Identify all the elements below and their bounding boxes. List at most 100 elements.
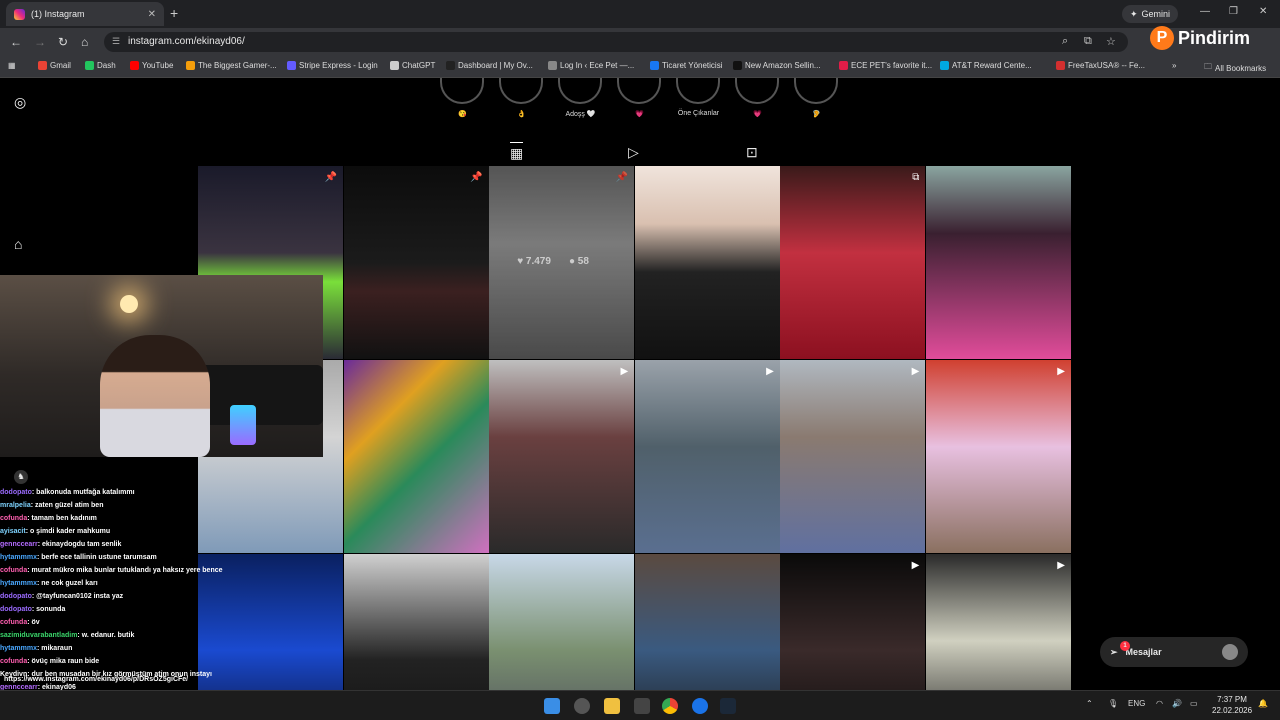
post-thumbnail[interactable]: ▶ [489, 360, 635, 553]
bookmark-item[interactable]: Dashboard | My Ov... [446, 61, 533, 70]
streamer [100, 335, 210, 457]
home-nav-icon[interactable]: ⌂ [14, 236, 22, 252]
bookmark-item[interactable]: New Amazon Sellin... [733, 61, 821, 70]
bookmark-star-icon[interactable]: ☆ [1106, 35, 1116, 48]
highlight-label: Adoşş 🤍 [565, 111, 596, 118]
google-app-icon[interactable] [692, 698, 708, 714]
zoom-icon[interactable]: ⌕ [1062, 35, 1068, 48]
tray-overflow-icon[interactable]: ⌃ [1086, 699, 1093, 708]
home-icon[interactable]: ⌂ [81, 35, 88, 49]
mic-icon[interactable]: 🎙 [1108, 699, 1118, 708]
chat-message: dodopato: balkonuda mutfağa katalımmı [0, 486, 330, 499]
chat-message: sazimiduvarabantladim: w. edanur. butik [0, 629, 330, 642]
apps-grid-icon[interactable]: ▦ [8, 61, 16, 70]
language-indicator[interactable]: ENG [1128, 699, 1145, 708]
notifications-icon[interactable]: 🔔 [1258, 699, 1268, 708]
bookmark-favicon-icon [446, 61, 455, 70]
post-thumbnail[interactable] [925, 166, 1071, 359]
post-thumbnail[interactable] [634, 554, 780, 690]
bookmark-item[interactable]: Log In ‹ Ece Pet —... [548, 61, 634, 70]
bookmark-item[interactable]: FreeTaxUSA® -- Fe... [1056, 61, 1145, 70]
bookmark-label: Ticaret Yöneticisi [662, 61, 723, 70]
tab-title: (1) Instagram [31, 9, 85, 19]
post-thumbnail[interactable] [343, 360, 489, 553]
posts-grid-icon[interactable]: ▦ [510, 142, 524, 162]
volume-icon[interactable]: 🔊 [1172, 699, 1182, 708]
site-info-icon[interactable]: ☰ [112, 36, 120, 47]
bookmark-item[interactable]: Dash [85, 61, 116, 70]
window-close-icon[interactable]: ✕ [1259, 6, 1267, 17]
post-thumbnail[interactable]: ▶ [780, 360, 926, 553]
chat-text: : balkonuda mutfağa katalımmı [31, 489, 135, 496]
bookmark-item[interactable]: ChatGPT [390, 61, 435, 70]
post-thumbnail[interactable]: ▶ [780, 554, 926, 690]
post-thumbnail[interactable]: 📌 [343, 166, 489, 359]
post-thumbnail[interactable]: ▶ [925, 360, 1071, 553]
bookmarks-bar: ▦ Gmail Dash YouTube The Biggest Gamer-... S… [0, 56, 1280, 78]
battery-icon[interactable]: ▭ [1190, 699, 1198, 708]
bookmark-item[interactable]: Gmail [38, 61, 71, 70]
messages-button[interactable]: ➢ 1 Mesajlar [1100, 637, 1248, 667]
forward-icon[interactable]: → [34, 35, 46, 49]
chat-username: hytammmx [0, 645, 37, 652]
bookmark-item[interactable]: The Biggest Gamer-... [186, 61, 277, 70]
tab-close-icon[interactable]: ✕ [148, 9, 156, 20]
highlight-item[interactable]: Öne Çıkanlar [676, 78, 721, 120]
app-icon[interactable] [634, 698, 650, 714]
bookmark-item[interactable]: Ticaret Yöneticisi [650, 61, 722, 70]
reels-icon[interactable]: ▷ [628, 144, 639, 161]
bookmark-favicon-icon [130, 61, 139, 70]
highlight-item[interactable]: 💗 [735, 78, 780, 120]
tagged-icon[interactable]: ⊡ [746, 144, 758, 161]
chrome-icon[interactable] [662, 698, 678, 714]
start-icon[interactable] [544, 698, 560, 714]
highlight-label: 👌 [517, 111, 526, 118]
highlight-item[interactable]: Adoşş 🤍 [558, 78, 603, 120]
highlight-item[interactable]: 💗 [617, 78, 662, 120]
steam-icon[interactable] [720, 698, 736, 714]
reel-icon: ▶ [620, 366, 629, 377]
bookmark-favicon-icon [390, 61, 399, 70]
chat-message: dodopato: @tayfuncan0102 insta yaz [0, 590, 330, 603]
restore-icon[interactable]: ❐ [1229, 6, 1238, 17]
file-explorer-icon[interactable] [604, 698, 620, 714]
highlight-item[interactable]: 🦻 [794, 78, 839, 120]
bookmark-item[interactable]: AT&T Reward Cente... [940, 61, 1032, 70]
post-thumbnail[interactable]: 📌 ♥ 7.479 ● 58 [489, 166, 635, 359]
wifi-icon[interactable]: ◠ [1156, 699, 1163, 708]
post-thumbnail[interactable]: ▶ [925, 554, 1071, 690]
reload-icon[interactable]: ↻ [58, 35, 68, 49]
highlight-item[interactable]: 👌 [499, 78, 544, 120]
bookmark-label: YouTube [142, 61, 174, 70]
post-thumbnail[interactable]: ▶ [634, 360, 780, 553]
minimize-icon[interactable]: — [1200, 6, 1210, 17]
tab-instagram[interactable]: (1) Instagram ✕ [6, 2, 164, 26]
post-thumbnail[interactable] [634, 166, 780, 359]
bookmarks-overflow-icon[interactable]: » [1172, 61, 1176, 70]
back-icon[interactable]: ← [10, 35, 22, 49]
gemini-button[interactable]: ✦ Gemini [1122, 5, 1179, 23]
post-thumbnail[interactable] [343, 554, 489, 690]
instagram-logo-icon[interactable]: ◎ [14, 94, 26, 111]
bookmark-label: The Biggest Gamer-... [198, 61, 277, 70]
chat-username: ayisacit [0, 528, 26, 535]
clock[interactable]: 7:37 PM 22.02.2026 [1212, 694, 1252, 716]
highlight-item[interactable]: 😘 [440, 78, 485, 120]
chat-text: : tamam ben kadınım [27, 515, 97, 522]
install-app-icon[interactable]: ⧉ [1084, 35, 1092, 48]
post-thumbnail[interactable] [489, 554, 635, 690]
bookmark-item[interactable]: ECE PET's favorite it... [839, 61, 932, 70]
story-highlights: 😘 👌 Adoşş 🤍 💗 Öne Çıkanlar 💗 🦻 [440, 78, 839, 120]
new-tab-button[interactable]: + [170, 5, 178, 21]
bookmark-item[interactable]: YouTube [130, 61, 173, 70]
chat-message: cofunda: öv [0, 616, 330, 629]
url-field[interactable]: ☰ instagram.com/ekinayd06/ [104, 32, 1128, 52]
post-thumbnail[interactable]: ⧉ [780, 166, 926, 359]
bookmark-item[interactable]: Stripe Express - Login [287, 61, 378, 70]
url-text: instagram.com/ekinayd06/ [128, 36, 245, 47]
bookmark-label: FreeTaxUSA® -- Fe... [1068, 61, 1146, 70]
search-icon[interactable] [574, 698, 590, 714]
instagram-favicon-icon [14, 8, 25, 20]
chat-message: hytammmx: berfe ece tallinin ustune taru… [0, 551, 330, 564]
all-bookmarks[interactable]: 🗀 All Bookmarks [1204, 61, 1266, 75]
